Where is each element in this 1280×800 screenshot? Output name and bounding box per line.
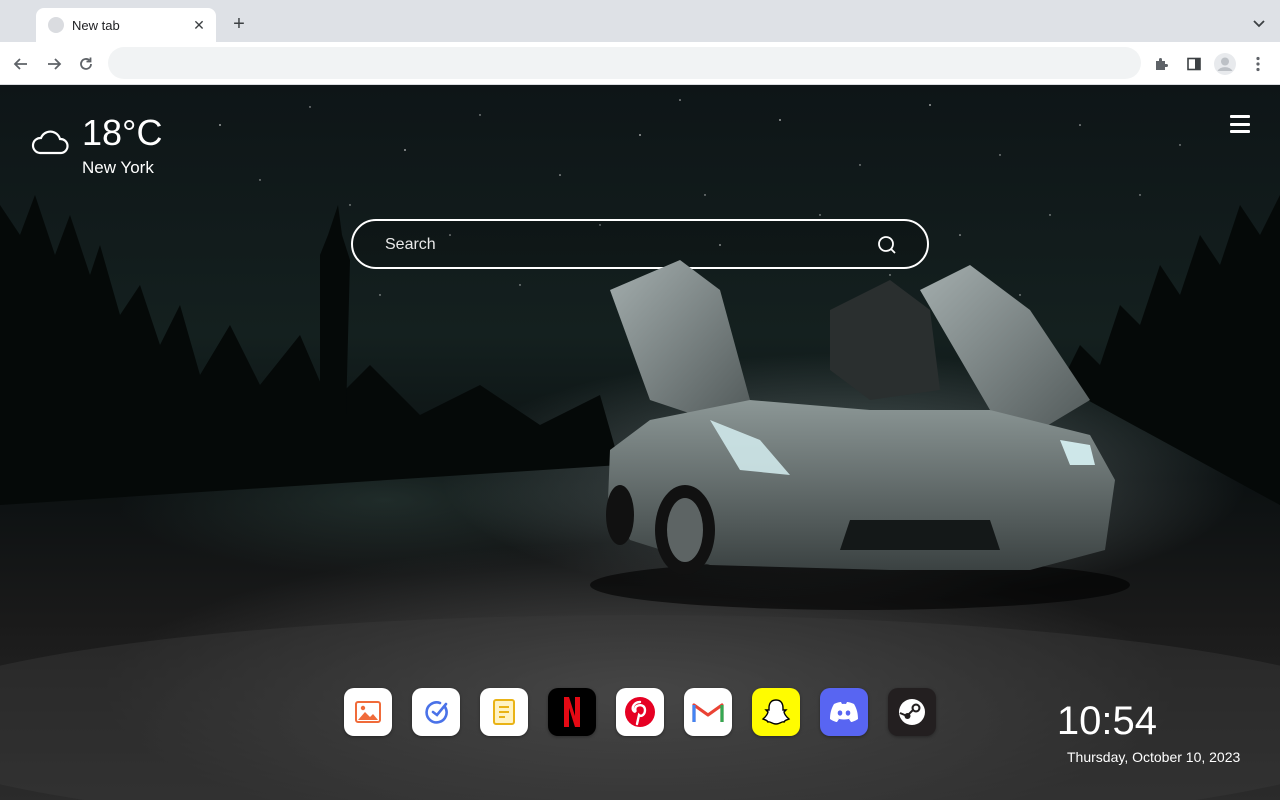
app-discord-button[interactable] bbox=[820, 688, 868, 736]
profile-avatar-icon[interactable] bbox=[1213, 52, 1237, 76]
temperature: 18°C bbox=[82, 112, 163, 153]
new-tab-page: 18°C New York Search 10:54 Thursday, Oct… bbox=[0, 85, 1280, 800]
browser-toolbar bbox=[0, 42, 1280, 85]
image-icon bbox=[355, 701, 381, 723]
app-dock bbox=[344, 688, 936, 736]
more-vert-icon[interactable] bbox=[1246, 52, 1270, 76]
pinterest-icon bbox=[625, 697, 655, 727]
extensions-puzzle-icon[interactable] bbox=[1150, 52, 1174, 76]
tab-favicon-icon bbox=[48, 17, 64, 33]
app-pinterest-button[interactable] bbox=[616, 688, 664, 736]
hamburger-menu-icon[interactable] bbox=[1230, 115, 1250, 133]
new-tab-plus-icon[interactable]: + bbox=[228, 13, 250, 35]
tab-title: New tab bbox=[72, 17, 120, 33]
weather-city: New York bbox=[82, 158, 154, 177]
wallpaper-car bbox=[590, 260, 1130, 610]
tab-close-icon[interactable]: ✕ bbox=[190, 16, 208, 34]
chevron-down-icon[interactable] bbox=[1250, 14, 1268, 32]
forward-arrow-icon[interactable] bbox=[42, 52, 66, 76]
app-notes-button[interactable] bbox=[480, 688, 528, 736]
app-photos-button[interactable] bbox=[344, 688, 392, 736]
app-snapchat-button[interactable] bbox=[752, 688, 800, 736]
back-arrow-icon[interactable] bbox=[9, 52, 33, 76]
tab-new-tab[interactable]: New tab ✕ bbox=[36, 8, 216, 42]
cloud-icon bbox=[31, 130, 69, 155]
app-steam-button[interactable] bbox=[888, 688, 936, 736]
address-bar-input[interactable] bbox=[108, 47, 1141, 79]
steam-icon bbox=[899, 699, 925, 725]
app-tasks-button[interactable] bbox=[412, 688, 460, 736]
app-gmail-button[interactable] bbox=[684, 688, 732, 736]
netflix-icon bbox=[564, 697, 580, 727]
app-netflix-button[interactable] bbox=[548, 688, 596, 736]
discord-icon bbox=[830, 702, 858, 722]
check-circle-icon bbox=[425, 701, 448, 724]
note-icon bbox=[493, 699, 515, 725]
clock-date: Thursday, October 10, 2023 bbox=[1067, 749, 1241, 765]
side-panel-icon[interactable] bbox=[1182, 52, 1206, 76]
snapchat-icon bbox=[761, 699, 791, 725]
reload-icon[interactable] bbox=[74, 52, 98, 76]
browser-chrome: New tab ✕ + bbox=[0, 0, 1280, 85]
tab-strip: New tab ✕ + bbox=[0, 0, 1280, 42]
clock-time: 10:54 bbox=[1056, 699, 1157, 743]
gmail-icon bbox=[692, 703, 724, 722]
